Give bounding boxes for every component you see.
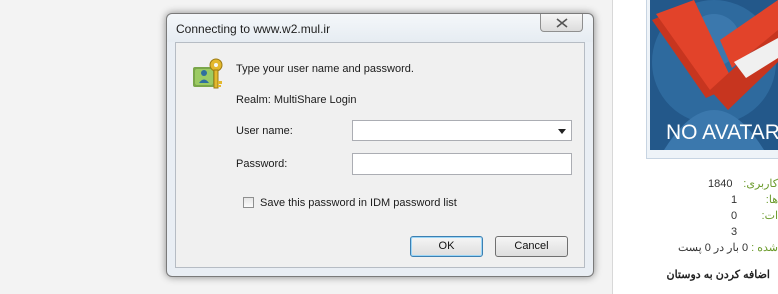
realm-text: Realm: MultiShare Login xyxy=(236,94,357,106)
username-label: User name: xyxy=(236,125,293,137)
stat-label: ها: xyxy=(765,194,778,206)
cancel-button[interactable]: Cancel xyxy=(495,236,568,257)
stat-label: شده : xyxy=(751,242,778,254)
stat-value: 0 بار در 0 پست xyxy=(677,242,749,254)
stat-row-posts: ها: 1 xyxy=(613,192,778,208)
stat-row-misc: 3 xyxy=(613,224,778,240)
dropdown-arrow-icon[interactable] xyxy=(556,125,568,137)
password-label: Password: xyxy=(236,158,288,170)
stat-row-thanks: ات: 0 xyxy=(613,208,778,224)
stat-label: کاربری: xyxy=(743,178,778,190)
stat-value: 3 xyxy=(731,226,738,238)
stat-row-registration: کاربری: 1840 xyxy=(613,176,778,192)
username-combobox[interactable] xyxy=(352,120,572,141)
stat-row-thanked: شده : 0 بار در 0 پست xyxy=(613,240,778,256)
stat-value: 0 xyxy=(731,210,738,222)
stat-value: 1840 xyxy=(708,178,733,190)
dialog-title: Connecting to www.w2.mul.ir xyxy=(176,22,331,36)
close-icon xyxy=(556,18,568,28)
ok-button[interactable]: OK xyxy=(410,236,483,257)
dialog-titlebar[interactable]: Connecting to www.w2.mul.ir xyxy=(167,14,593,42)
login-dialog: Connecting to www.w2.mul.ir Type your us… xyxy=(166,13,594,277)
dialog-body: Type your user name and password. Realm:… xyxy=(175,42,585,268)
save-password-label[interactable]: Save this password in IDM password list xyxy=(260,197,457,209)
stat-label: ات: xyxy=(761,210,778,222)
stat-value: 1 xyxy=(731,194,738,206)
avatar[interactable]: NO AVATAR xyxy=(650,0,778,150)
prompt-text: Type your user name and password. xyxy=(236,63,414,75)
key-icon xyxy=(193,58,223,89)
close-button[interactable] xyxy=(540,14,583,32)
add-friend-link[interactable]: اضافه کردن به دوستان xyxy=(667,268,771,281)
avatar-caption: NO AVATAR xyxy=(666,121,778,144)
password-input[interactable] xyxy=(352,153,572,175)
save-password-checkbox[interactable] xyxy=(243,197,254,208)
